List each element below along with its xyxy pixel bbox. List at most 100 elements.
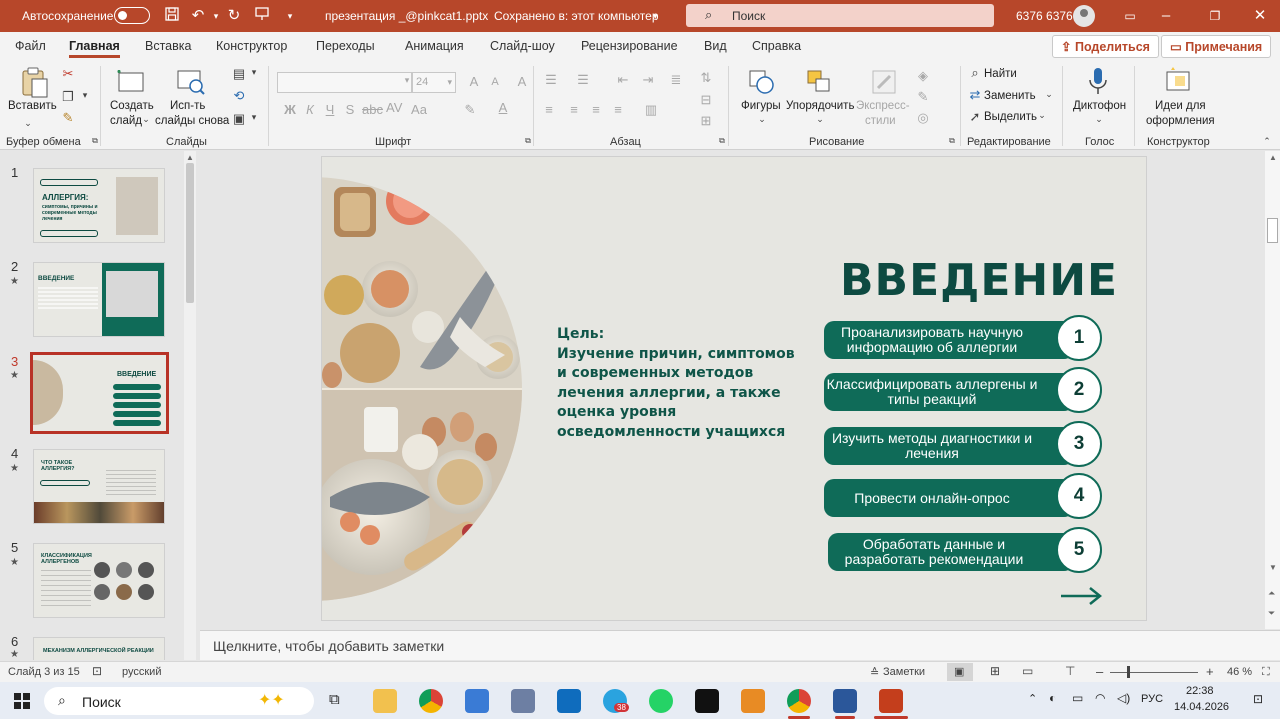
- shape-fill-icon[interactable]: ◈: [915, 68, 931, 84]
- replace-dropdown-icon[interactable]: ⌄: [1041, 89, 1057, 100]
- save-state-chevron-icon[interactable]: ▾: [653, 11, 658, 22]
- line-spacing-icon[interactable]: ≣: [668, 72, 684, 88]
- comments-button[interactable]: ▭ Примечания: [1161, 35, 1272, 58]
- increase-font-icon[interactable]: A: [466, 74, 482, 89]
- word-icon[interactable]: [833, 689, 857, 713]
- columns-icon[interactable]: ▥: [643, 102, 659, 118]
- undo-dropdown-icon[interactable]: ▾: [206, 6, 226, 26]
- windows-start-icon[interactable]: [14, 693, 30, 709]
- select-label[interactable]: Выделить: [984, 110, 1037, 124]
- align-right-icon[interactable]: ≡: [588, 102, 604, 117]
- powerpoint-icon[interactable]: [879, 689, 903, 713]
- paste-icon[interactable]: [20, 67, 50, 98]
- quick-styles-label-2[interactable]: стили: [865, 114, 896, 128]
- tray-app-icon[interactable]: ◐: [1049, 691, 1056, 705]
- reuse-slides-label-1[interactable]: Исп-ть: [170, 99, 205, 113]
- section-dropdown-icon[interactable]: ▾: [246, 112, 262, 123]
- file-explorer-icon[interactable]: [373, 689, 397, 713]
- font-color-icon[interactable]: A: [495, 100, 511, 115]
- reuse-slides-icon[interactable]: [176, 68, 206, 98]
- task-view-icon[interactable]: ⧉: [329, 691, 340, 708]
- notes-placeholder[interactable]: Щелкните, чтобы добавить заметки: [213, 638, 444, 654]
- reading-view-icon[interactable]: ▭: [1022, 664, 1033, 678]
- notes-toggle-icon[interactable]: ≙: [870, 666, 879, 679]
- tab-animations[interactable]: Анимация: [405, 39, 464, 53]
- share-button[interactable]: ⇪ Поделиться: [1052, 35, 1159, 58]
- scrollbar-thumb[interactable]: [186, 163, 194, 303]
- arrange-label[interactable]: Упорядочить: [786, 99, 854, 113]
- slideshow-start-icon[interactable]: [252, 6, 272, 26]
- outlook-icon[interactable]: [557, 689, 581, 713]
- section-icon[interactable]: ▣: [231, 111, 247, 127]
- slide-thumbnail-6[interactable]: МЕХАНИЗМ АЛЛЕРГИЧЕСКОЙ РЕАКЦИИ: [33, 637, 165, 660]
- save-state[interactable]: Сохранено в: этот компьютер: [494, 9, 659, 23]
- arrange-icon[interactable]: [805, 68, 835, 98]
- ribbon-display-icon[interactable]: ▭: [1120, 6, 1140, 26]
- bold-icon[interactable]: Ж: [282, 102, 298, 117]
- designer-icon[interactable]: [1163, 66, 1193, 96]
- zoom-slider[interactable]: [1110, 672, 1198, 673]
- shape-outline-icon[interactable]: ✎: [915, 89, 931, 105]
- save-icon[interactable]: [162, 6, 182, 26]
- select-dropdown-icon[interactable]: ⌄: [1034, 110, 1050, 121]
- user-name[interactable]: 6376 6376: [1016, 9, 1073, 23]
- shape-effects-icon[interactable]: ◎: [915, 110, 931, 126]
- chrome-icon[interactable]: [419, 689, 443, 713]
- battery-icon[interactable]: ▭: [1072, 691, 1083, 705]
- collapse-ribbon-icon[interactable]: ⌃: [1259, 136, 1275, 147]
- numbering-icon[interactable]: ☰: [575, 72, 591, 88]
- taskbar-search[interactable]: ⌕ Поиск ✦✦: [44, 687, 314, 715]
- notes-pane[interactable]: Щелкните, чтобы добавить заметки: [200, 630, 1280, 660]
- scroll-up-icon[interactable]: ▲: [1269, 153, 1277, 162]
- sublime-icon[interactable]: [741, 689, 765, 713]
- underline-icon[interactable]: Ч: [322, 102, 338, 117]
- reset-icon[interactable]: ⟲: [231, 88, 247, 104]
- slide-scrollbar[interactable]: ▲ ▼ ⏶ ⏷: [1265, 151, 1280, 629]
- avatar[interactable]: [1073, 5, 1095, 27]
- chrome-profile-icon[interactable]: [787, 689, 811, 713]
- notifications-icon[interactable]: ⊡: [1253, 692, 1263, 706]
- close-icon[interactable]: ✕: [1250, 6, 1270, 26]
- input-language[interactable]: РУС: [1141, 693, 1163, 705]
- tab-slideshow[interactable]: Слайд-шоу: [490, 39, 555, 53]
- decrease-font-icon[interactable]: A: [487, 76, 503, 88]
- thumbnails-scrollbar[interactable]: ▲: [184, 151, 196, 660]
- clock-date[interactable]: 14.04.2026: [1174, 701, 1229, 713]
- slideshow-view-icon[interactable]: ⊤: [1065, 664, 1075, 678]
- scroll-down-icon[interactable]: ▼: [1269, 563, 1277, 572]
- autosave-toggle[interactable]: [114, 7, 150, 24]
- quick-styles-icon[interactable]: [870, 68, 900, 98]
- align-center-icon[interactable]: ≡: [566, 102, 582, 117]
- tab-design[interactable]: Конструктор: [216, 39, 287, 53]
- replace-icon[interactable]: ⇄: [967, 87, 983, 103]
- app-icon[interactable]: [511, 689, 535, 713]
- designer-label-1[interactable]: Идеи для: [1155, 99, 1206, 113]
- notes-toggle[interactable]: Заметки: [883, 666, 925, 678]
- font-name-combo[interactable]: [277, 72, 412, 93]
- next-slide-icon[interactable]: ⏷: [1268, 608, 1275, 619]
- app-dark-icon[interactable]: [695, 689, 719, 713]
- text-direction-icon[interactable]: ⇅: [698, 70, 714, 86]
- highlight-icon[interactable]: ✎: [462, 102, 478, 118]
- tray-chevron-icon[interactable]: ⌃: [1028, 692, 1037, 705]
- replace-label[interactable]: Заменить: [984, 89, 1036, 103]
- tab-home[interactable]: Главная: [69, 39, 120, 58]
- accessibility-icon[interactable]: ⊡: [92, 664, 102, 678]
- arrange-dropdown-icon[interactable]: ⌄: [812, 114, 828, 125]
- slide-thumbnail-2[interactable]: ВВЕДЕНИЕ: [33, 262, 165, 337]
- new-slide-label-1[interactable]: Создать: [110, 99, 154, 113]
- reuse-slides-label-2[interactable]: слайды снова: [155, 114, 229, 128]
- zoom-out-icon[interactable]: –: [1096, 664, 1103, 679]
- find-icon[interactable]: ⌕: [967, 65, 983, 81]
- tab-help[interactable]: Справка: [752, 39, 801, 53]
- slide-canvas[interactable]: Цель: Изучение причин, симптомов и совре…: [321, 156, 1147, 621]
- find-label[interactable]: Найти: [984, 67, 1017, 81]
- new-slide-dropdown-icon[interactable]: ⌄: [138, 114, 154, 125]
- scrollbar-thumb[interactable]: [1267, 218, 1278, 243]
- minimize-icon[interactable]: –: [1156, 6, 1176, 26]
- tab-transitions[interactable]: Переходы: [316, 39, 375, 53]
- designer-label-2[interactable]: оформления: [1146, 114, 1215, 128]
- tab-view[interactable]: Вид: [704, 39, 727, 53]
- normal-view-button[interactable]: ▣: [947, 663, 973, 681]
- maximize-icon[interactable]: ❐: [1205, 6, 1225, 26]
